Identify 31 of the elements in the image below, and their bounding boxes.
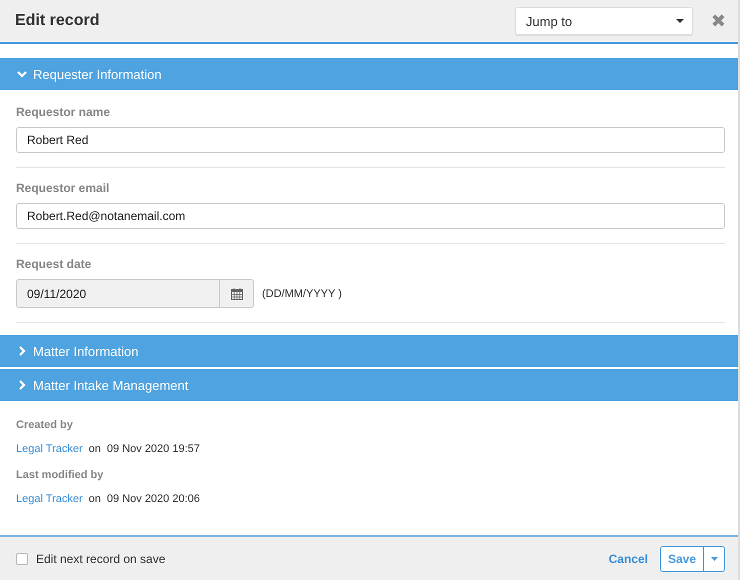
- caret-icon: [676, 19, 684, 23]
- field-label: Requestor email: [16, 181, 110, 195]
- save-button[interactable]: Save: [660, 546, 704, 572]
- field-label: Request date: [16, 257, 92, 271]
- chevron-icon: [17, 380, 27, 390]
- user-link[interactable]: Legal Tracker: [16, 443, 83, 455]
- on-text: on: [88, 443, 101, 455]
- section-header[interactable]: Requester Information: [0, 58, 738, 90]
- section-header[interactable]: Matter Intake Management: [0, 369, 738, 401]
- audit-label: Last modified by: [16, 469, 104, 481]
- cancel-button[interactable]: Cancel: [608, 552, 648, 566]
- calendar-icon: [230, 288, 242, 300]
- chevron-icon: [17, 346, 27, 356]
- jump-to-dropdown[interactable]: Jump to: [514, 7, 693, 35]
- window-title: Edit record: [15, 12, 100, 30]
- on-text: on: [88, 493, 101, 505]
- section-header[interactable]: Matter Information: [0, 335, 738, 367]
- input-field[interactable]: Robert.Red@notanemail.com: [16, 203, 725, 229]
- checkbox[interactable]: [16, 552, 28, 564]
- user-link[interactable]: Legal Tracker: [16, 493, 83, 505]
- caret-icon: [710, 556, 718, 560]
- save-options-button[interactable]: [704, 546, 725, 572]
- timestamp: 09 Nov 2020 20:06: [106, 493, 200, 505]
- chevron-icon: [17, 69, 27, 79]
- timestamp: 09 Nov 2020 19:57: [106, 443, 200, 455]
- checkbox-label: Edit next record on save: [36, 552, 166, 566]
- close-button[interactable]: ✖: [710, 10, 726, 32]
- date-format-hint: (DD/MM/YYYY ): [262, 288, 342, 300]
- field-label: Requestor name: [16, 105, 112, 119]
- input-field[interactable]: Robert Red: [16, 127, 725, 153]
- audit-label: Created by: [16, 419, 74, 431]
